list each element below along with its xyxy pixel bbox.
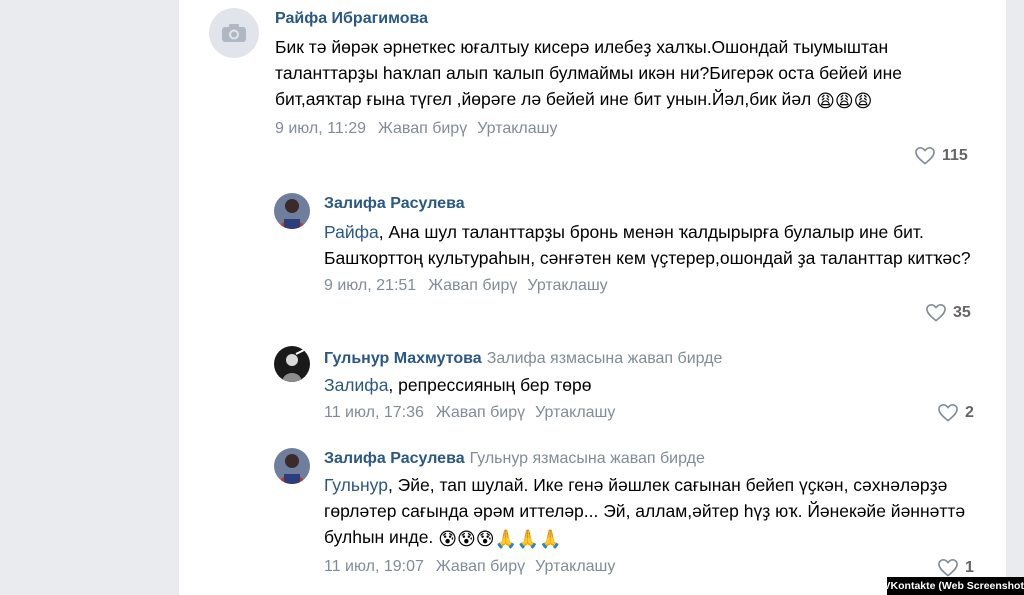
comment-author[interactable]: Залифа Расулева [324,195,974,213]
reply-to-label[interactable]: Гульнур язмасына жавап бирде [470,450,705,467]
heart-icon [938,558,958,577]
mention-link[interactable]: Гульнур [324,475,388,495]
like-count: 115 [942,146,968,164]
comment-body: , Эйе, тап шулай. Ике генә йәшлек сағына… [324,475,966,547]
source-tag: VKontakte (Web Screenshot) [884,577,1024,595]
emoji: 😰😰😰🙏🙏🙏 [438,529,562,549]
comment-date[interactable]: 11 июл, 17:36 [324,404,424,422]
reply-button[interactable]: Жавап бирү [378,120,467,138]
author-link[interactable]: Гульнур Махмутова [324,350,482,367]
avatar-photo [274,193,310,229]
reply-to-label[interactable]: Залифа язмасына жавап бирде [487,350,723,367]
comment-author: Залифа Расулева Гульнур язмасына жавап би… [324,450,974,468]
heart-icon [938,403,958,422]
comment-date[interactable]: 11 июл, 19:07 [324,558,424,576]
comment-body: , репрессияның бер төрө [388,375,592,395]
heart-icon [926,303,946,322]
author-link[interactable]: Залифа Расулева [324,450,465,467]
comment-body: , Ана шул таланттарҙы бронь менән ҡалдыр… [324,222,971,268]
share-button[interactable]: Уртаклашу [535,404,615,422]
avatar[interactable] [274,346,310,382]
avatar[interactable] [274,193,310,229]
avatar[interactable] [209,8,259,58]
comment-meta: 9 июл, 21:51 Жавап бирү Уртаклашу [324,277,974,295]
comment-meta: 9 июл, 11:29 Жавап бирү Уртаклашу [275,120,980,138]
share-button[interactable]: Уртаклашу [527,277,607,295]
like-count: 1 [965,558,974,576]
comment-reply: Гульнур Махмутова Залифа язмасына жавап б… [179,340,999,435]
comment-text: Райфа, Ана шул таланттарҙы бронь менән ҡ… [324,219,974,271]
comment-reply: Залифа Расулева Райфа, Ана шул таланттар… [179,185,999,330]
reply-button[interactable]: Жавап бирү [436,558,525,576]
like-button[interactable]: 115 [914,146,968,165]
avatar[interactable] [274,448,310,484]
emoji: 😩😩😩 [816,91,873,111]
comment-reply: Залифа Расулева Гульнур язмасына жавап би… [179,442,999,595]
comment-meta: 11 июл, 17:36 Жавап бирү Уртаклашу [324,404,974,422]
like-button[interactable]: 2 [937,403,974,422]
comment-body: Бик тә йөрәк әрнеткес юғалтыу кисерә иле… [275,37,902,109]
comment-meta: 11 июл, 19:07 Жавап бирү Уртаклашу [324,558,974,576]
share-button[interactable]: Уртаклашу [535,558,615,576]
share-button[interactable]: Уртаклашу [477,120,557,138]
comment-author: Гульнур Махмутова Залифа язмасына жавап б… [324,350,974,368]
comment-author[interactable]: Райфа Ибрагимова [275,10,980,28]
comments-feed: Райфа Ибрагимова Бик тә йөрәк әрнеткес ю… [179,0,1006,595]
comment-text: Бик тә йөрәк әрнеткес юғалтыу кисерә иле… [275,34,980,114]
like-button[interactable]: 1 [937,558,974,577]
mention-link[interactable]: Залифа [324,375,388,395]
like-count: 35 [953,303,971,321]
comment-text: Гульнур, Эйе, тап шулай. Ике генә йәшлек… [324,472,974,552]
avatar-photo [274,448,310,484]
mention-link[interactable]: Райфа [324,222,379,242]
like-count: 2 [965,403,974,421]
camera-icon [222,24,246,42]
scrollbar[interactable] [1006,0,1024,595]
like-button[interactable]: 35 [925,303,971,322]
comment-text: Залифа, репрессияның бер төрө [324,372,974,398]
comment: Райфа Ибрагимова Бик тә йөрәк әрнеткес ю… [179,0,999,180]
avatar-photo [274,346,310,382]
comment-date[interactable]: 9 июл, 21:51 [324,277,416,295]
reply-button[interactable]: Жавап бирү [436,404,525,422]
reply-button[interactable]: Жавап бирү [428,277,517,295]
heart-icon [915,146,935,165]
comment-date[interactable]: 9 июл, 11:29 [275,120,366,138]
